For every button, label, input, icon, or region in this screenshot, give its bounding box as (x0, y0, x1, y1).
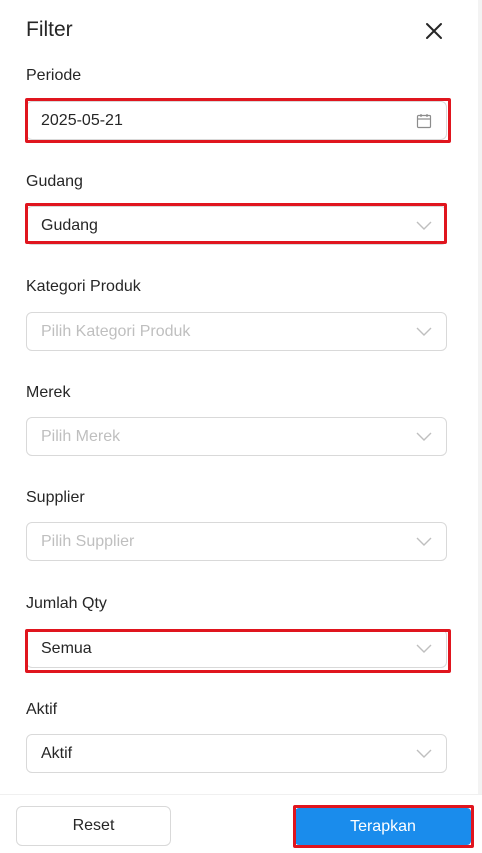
gudang-value: Gudang (41, 217, 98, 234)
filter-header: Filter (0, 0, 482, 60)
periode-label: Periode (26, 67, 82, 84)
aktif-label: Aktif (26, 701, 58, 718)
merek-placeholder: Pilih Merek (41, 428, 121, 445)
kategori-produk-label: Kategori Produk (26, 278, 141, 295)
panel-title: Filter (26, 18, 73, 41)
filter-panel: Filter Periode 2025-05-21 Gudang Gudang … (0, 0, 482, 853)
kategori-produk-placeholder: Pilih Kategori Produk (41, 323, 191, 340)
chevron-down-icon (416, 327, 432, 336)
periode-value: 2025-05-21 (41, 112, 123, 129)
apply-button[interactable]: Terapkan (295, 808, 471, 845)
gudang-label: Gudang (26, 173, 83, 190)
reset-button[interactable]: Reset (16, 806, 171, 846)
chevron-down-icon (416, 644, 432, 653)
scrollbar[interactable] (478, 0, 482, 794)
kategori-produk-select[interactable]: Pilih Kategori Produk (26, 312, 447, 351)
filter-footer: Reset Terapkan (0, 794, 482, 853)
supplier-select[interactable]: Pilih Supplier (26, 522, 447, 561)
jumlah-qty-label: Jumlah Qty (26, 595, 107, 612)
close-button[interactable] (423, 20, 445, 42)
chevron-down-icon (416, 749, 432, 758)
jumlah-qty-value: Semua (41, 640, 92, 657)
chevron-down-icon (416, 221, 432, 230)
chevron-down-icon (416, 432, 432, 441)
chevron-down-icon (416, 537, 432, 546)
gudang-select[interactable]: Gudang (26, 206, 447, 245)
calendar-icon (416, 114, 432, 129)
aktif-select[interactable]: Aktif (26, 734, 447, 773)
close-icon (426, 23, 442, 39)
merek-label: Merek (26, 384, 71, 401)
periode-date-picker[interactable]: 2025-05-21 (26, 101, 447, 140)
jumlah-qty-select[interactable]: Semua (26, 629, 447, 668)
aktif-value: Aktif (41, 745, 73, 762)
supplier-placeholder: Pilih Supplier (41, 533, 135, 550)
merek-select[interactable]: Pilih Merek (26, 417, 447, 456)
supplier-label: Supplier (26, 489, 85, 506)
